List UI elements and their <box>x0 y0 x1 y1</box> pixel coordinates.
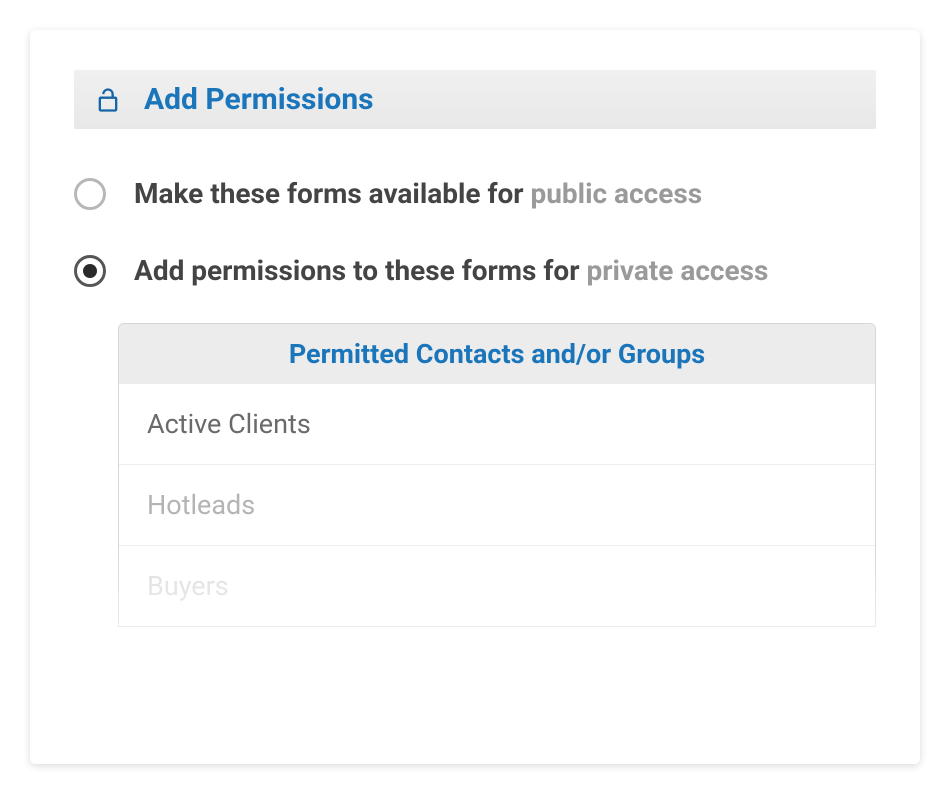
section-title: Add Permissions <box>144 82 374 117</box>
radio-indicator-public <box>74 178 106 210</box>
radio-label-public-main: Make these forms available for <box>134 177 531 210</box>
permissions-card: Add Permissions Make these forms availab… <box>30 30 920 764</box>
radio-option-public[interactable]: Make these forms available for public ac… <box>74 169 876 218</box>
radio-indicator-private <box>74 255 106 287</box>
radio-label-private-suffix: private access <box>586 254 768 287</box>
radio-label-private-main: Add permissions to these forms for <box>134 254 586 287</box>
permitted-groups-panel: Permitted Contacts and/or Groups Active … <box>118 323 876 627</box>
list-item[interactable]: Hotleads <box>119 465 875 546</box>
radio-label-public-suffix: public access <box>531 177 703 210</box>
unlock-icon <box>94 86 122 114</box>
radio-label-public: Make these forms available for public ac… <box>134 177 702 210</box>
section-header: Add Permissions <box>74 70 876 129</box>
permitted-groups-list: Active Clients Hotleads Buyers <box>119 384 875 626</box>
radio-label-private: Add permissions to these forms for priva… <box>134 254 768 287</box>
radio-option-private[interactable]: Add permissions to these forms for priva… <box>74 246 876 295</box>
permitted-groups-title: Permitted Contacts and/or Groups <box>119 324 875 384</box>
list-item[interactable]: Active Clients <box>119 384 875 465</box>
list-item[interactable]: Buyers <box>119 546 875 626</box>
